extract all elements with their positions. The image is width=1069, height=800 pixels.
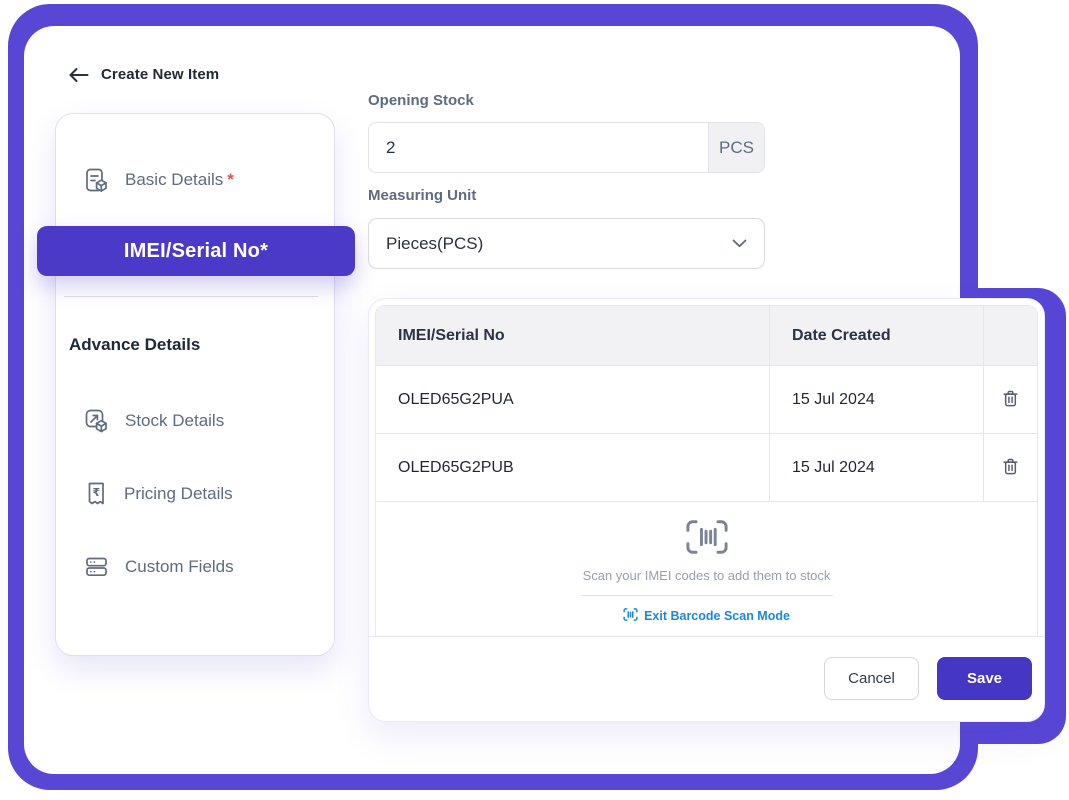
exit-barcode-scan-link[interactable]: Exit Barcode Scan Mode	[623, 608, 790, 624]
sidebar-item-imei-serial-active[interactable]: IMEI/Serial No*	[37, 226, 355, 276]
sidebar-item-basic-details[interactable]: Basic Details*	[84, 165, 234, 195]
sidebar-item-pricing-details[interactable]: ₹ Pricing Details	[84, 479, 233, 509]
opening-stock-input[interactable]	[369, 123, 708, 172]
date-cell: 15 Jul 2024	[770, 434, 984, 502]
sidebar-section-header: Advance Details	[69, 335, 200, 355]
active-item-label: IMEI/Serial No*	[124, 240, 268, 263]
sidebar-divider	[64, 296, 318, 297]
table-header-row: IMEI/Serial No Date Created	[376, 306, 1037, 366]
page-title: Create New Item	[101, 66, 219, 83]
required-asterisk: *	[227, 170, 234, 189]
sidebar: Basic Details* IMEI/Serial No* Advance D…	[55, 113, 335, 656]
column-header-date: Date Created	[770, 306, 984, 366]
page-header: Create New Item	[68, 66, 219, 83]
barcode-scan-icon	[686, 519, 728, 555]
cancel-button[interactable]: Cancel	[824, 657, 919, 700]
imei-cell: OLED65G2PUB	[376, 434, 770, 502]
column-header-imei: IMEI/Serial No	[376, 306, 770, 366]
trash-icon	[1000, 456, 1021, 480]
sidebar-item-custom-fields[interactable]: Custom Fields	[84, 552, 234, 582]
back-arrow-icon[interactable]	[68, 67, 89, 83]
column-header-actions	[984, 306, 1037, 366]
scan-hint-text: Scan your IMEI codes to add them to stoc…	[376, 568, 1037, 583]
measuring-unit-value: Pieces(PCS)	[386, 234, 483, 254]
save-button[interactable]: Save	[937, 657, 1032, 700]
trash-icon	[1000, 388, 1021, 412]
imei-cell: OLED65G2PUA	[376, 366, 770, 434]
measuring-unit-label: Measuring Unit	[368, 187, 476, 204]
svg-text:₹: ₹	[92, 486, 100, 499]
delete-row-button[interactable]	[996, 452, 1025, 484]
table-row: OLED65G2PUA 15 Jul 2024	[376, 366, 1037, 434]
date-cell: 15 Jul 2024	[770, 366, 984, 434]
delete-row-button[interactable]	[996, 384, 1025, 416]
sidebar-item-label: Pricing Details	[124, 484, 233, 504]
opening-stock-field: PCS	[368, 122, 765, 173]
imei-serial-modal: IMEI/Serial No Date Created OLED65G2PUA …	[368, 298, 1045, 722]
sidebar-item-label: Stock Details	[125, 411, 224, 431]
imei-table: IMEI/Serial No Date Created OLED65G2PUA …	[375, 305, 1038, 636]
unit-suffix-badge: PCS	[708, 123, 764, 172]
stack-icon	[84, 554, 110, 580]
sidebar-item-stock-details[interactable]: Stock Details	[84, 406, 224, 436]
measuring-unit-select[interactable]: Pieces(PCS)	[368, 218, 765, 269]
table-row: OLED65G2PUB 15 Jul 2024	[376, 434, 1037, 502]
sidebar-item-label: Custom Fields	[125, 557, 234, 577]
document-cube-icon	[84, 167, 110, 194]
barcode-scan-zone: Scan your IMEI codes to add them to stoc…	[376, 502, 1037, 626]
chevron-down-icon	[732, 239, 747, 248]
stock-box-icon	[84, 408, 110, 434]
exit-link-label: Exit Barcode Scan Mode	[644, 609, 790, 623]
opening-stock-label: Opening Stock	[368, 92, 474, 109]
barcode-small-icon	[623, 608, 638, 624]
modal-footer: Cancel Save	[369, 636, 1044, 721]
rupee-receipt-icon: ₹	[84, 481, 109, 507]
sidebar-item-label: Basic Details*	[125, 170, 234, 190]
